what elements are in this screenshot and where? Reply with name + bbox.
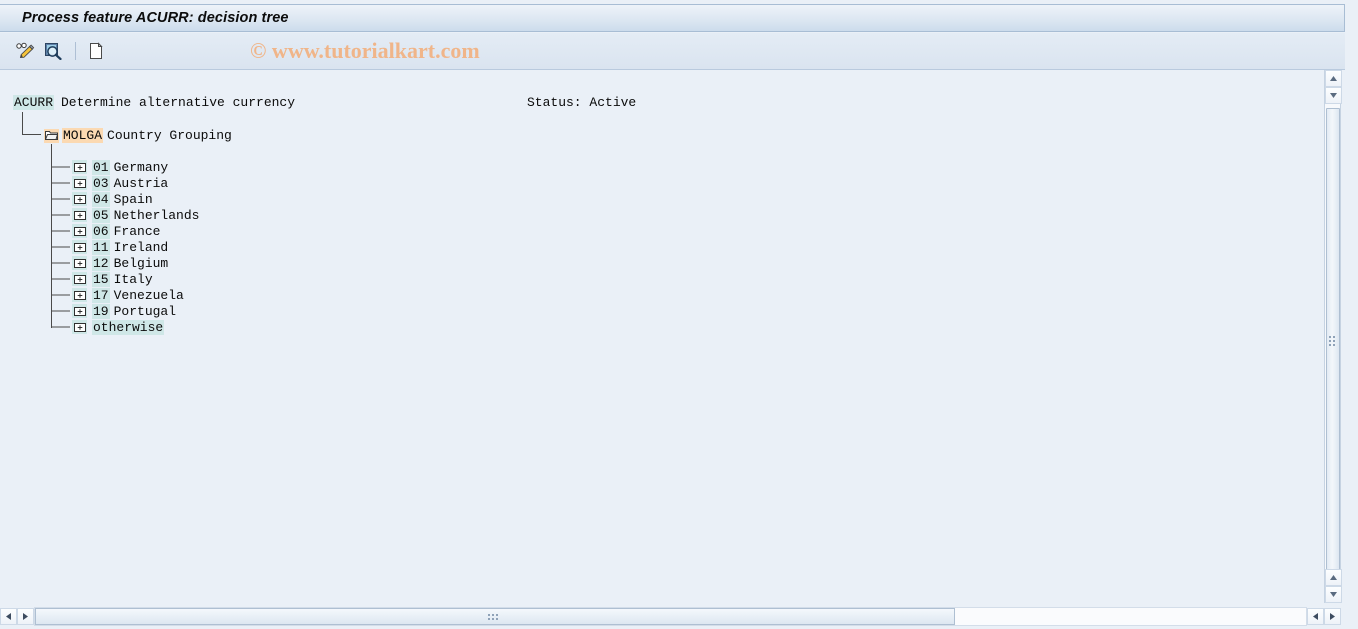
horizontal-scrollbar-thumb[interactable] — [35, 607, 955, 625]
tree-root-label: Country Grouping — [107, 128, 232, 143]
scroll-right-button[interactable] — [17, 607, 34, 625]
expand-node-icon[interactable] — [72, 320, 87, 334]
expand-node-icon[interactable] — [72, 272, 87, 286]
tree-node-key: otherwise — [92, 319, 165, 335]
vertical-scrollbar[interactable] — [1324, 70, 1342, 603]
expand-node-icon[interactable] — [72, 176, 87, 190]
tree-node-label: Austria — [113, 175, 169, 191]
tree-node[interactable]: 15 Italy — [72, 271, 153, 287]
tree-node-label: Ireland — [113, 239, 169, 255]
page-title: Process feature ACURR: decision tree — [22, 10, 289, 26]
tree-node-key: 15 — [92, 271, 110, 287]
tree-node-label: Germany — [113, 159, 169, 175]
scroll-down-button-bottom[interactable] — [1325, 586, 1342, 603]
tree-node-key: 06 — [92, 223, 110, 239]
tree-root-node[interactable]: MOLGA Country Grouping — [44, 127, 232, 144]
new-document-icon[interactable] — [83, 39, 109, 63]
tree-node-key: 05 — [92, 207, 110, 223]
tree-node-key: 03 — [92, 175, 110, 191]
expand-node-icon[interactable] — [72, 288, 87, 302]
tree-node[interactable]: 12 Belgium — [72, 255, 168, 271]
tree-node[interactable]: 06 France — [72, 223, 160, 239]
window-title-bar: Process feature ACURR: decision tree — [0, 4, 1345, 32]
tree-node[interactable]: 17 Venezuela — [72, 287, 184, 303]
scroll-left-button-right[interactable] — [1307, 607, 1324, 625]
tree-node-label: Spain — [113, 191, 153, 207]
scroll-up-button-bottom[interactable] — [1325, 569, 1342, 586]
expand-node-icon[interactable] — [72, 240, 87, 254]
find-icon[interactable] — [40, 39, 66, 63]
feature-description: Determine alternative currency — [61, 95, 296, 110]
sap-window: Process feature ACURR: decision tree © w… — [0, 0, 1358, 629]
tree-node-label: Italy — [113, 271, 153, 287]
horizontal-scrollbar[interactable] — [0, 603, 1341, 629]
application-toolbar — [0, 33, 1345, 70]
expand-node-icon[interactable] — [72, 192, 87, 206]
feature-code[interactable]: ACURR — [13, 95, 55, 110]
tree-node-label: Belgium — [113, 255, 169, 271]
tree-node-key: 04 — [92, 191, 110, 207]
tree-node[interactable]: 19 Portugal — [72, 303, 176, 319]
right-gutter — [1341, 70, 1358, 603]
scroll-left-button[interactable] — [0, 607, 17, 625]
tree-node-key: 01 — [92, 159, 110, 175]
thumb-grip-icon — [488, 613, 498, 620]
tree-node-label: France — [113, 223, 161, 239]
tree-node-key: 12 — [92, 255, 110, 271]
vertical-scrollbar-thumb[interactable] — [1326, 108, 1340, 580]
tree-node-label: Netherlands — [113, 207, 200, 223]
horizontal-scrollbar-track[interactable] — [34, 606, 1307, 626]
scroll-down-button[interactable] — [1325, 87, 1342, 104]
feature-header-row: ACURR Determine alternative currency Sta… — [0, 95, 1324, 111]
tree-node[interactable]: 04 Spain — [72, 191, 153, 207]
tree-node[interactable]: otherwise — [72, 319, 165, 335]
tree-node-key: 17 — [92, 287, 110, 303]
decision-tree-canvas: ACURR Determine alternative currency Sta… — [0, 70, 1324, 603]
tree-node-key: 11 — [92, 239, 110, 255]
tree-node[interactable]: 11 Ireland — [72, 239, 168, 255]
tree-node-label: Venezuela — [113, 287, 184, 303]
expand-node-icon[interactable] — [72, 256, 87, 270]
tree-node[interactable]: 03 Austria — [72, 175, 168, 191]
tree-node[interactable]: 05 Netherlands — [72, 207, 199, 223]
tree-connector-lines — [22, 112, 70, 328]
display-change-icon[interactable] — [12, 39, 38, 63]
tree-node-key: 19 — [92, 303, 110, 319]
open-folder-icon[interactable] — [44, 128, 59, 143]
expand-node-icon[interactable] — [72, 304, 87, 318]
tree-node-label: Portugal — [113, 303, 177, 319]
tree-root-code: MOLGA — [62, 128, 104, 143]
scroll-right-button-right[interactable] — [1324, 607, 1341, 625]
expand-node-icon[interactable] — [72, 160, 87, 174]
scroll-up-button[interactable] — [1325, 70, 1342, 87]
tree-node[interactable]: 01 Germany — [72, 159, 168, 175]
expand-node-icon[interactable] — [72, 224, 87, 238]
toolbar-separator — [75, 42, 76, 60]
expand-node-icon[interactable] — [72, 208, 87, 222]
status-badge: Status: Active — [527, 95, 637, 110]
scrollbar-corner — [1341, 603, 1358, 629]
